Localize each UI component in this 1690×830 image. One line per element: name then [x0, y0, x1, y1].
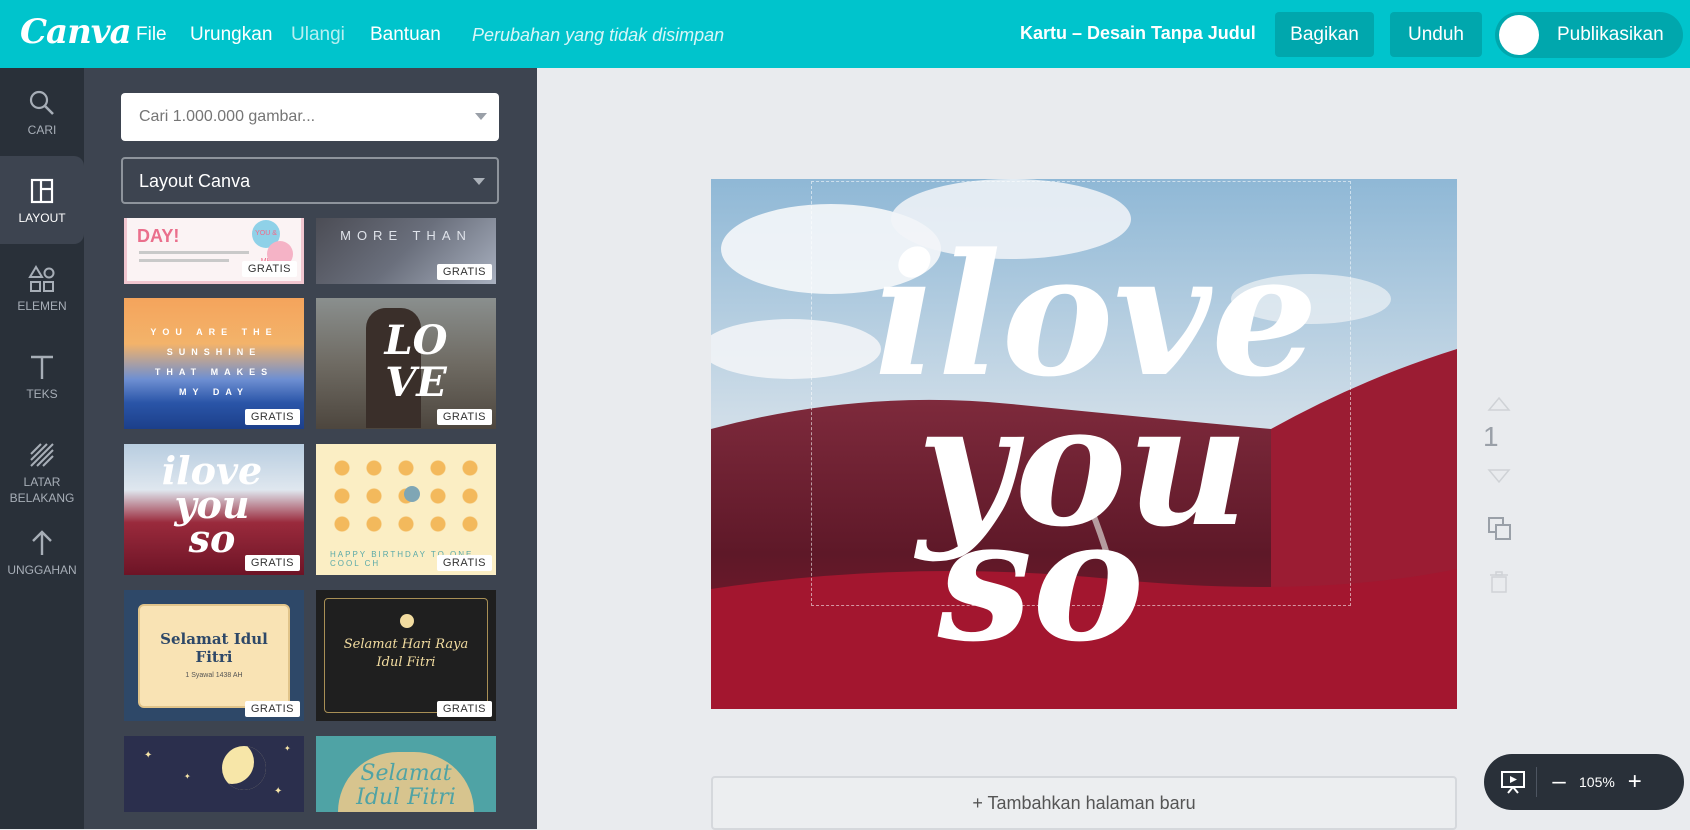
top-bar: Canva File Urungkan Ulangi Bantuan Perub…	[0, 0, 1690, 68]
image-search[interactable]	[121, 93, 499, 141]
page-number: 1	[1483, 421, 1499, 452]
layout-tile[interactable]: ✦ ✦ ✦ ✦	[124, 736, 304, 812]
rail-label: CARI	[27, 123, 57, 137]
rail-item-search[interactable]: CARI	[0, 68, 84, 156]
rail-item-text[interactable]: TEKS	[0, 332, 84, 420]
category-label: Layout Canva	[139, 171, 251, 191]
layout-tile[interactable]: LO VE GRATIS	[316, 298, 496, 429]
layout-tile[interactable]: DAY! YOU & ME GRATIS	[124, 218, 304, 284]
layout-grid: DAY! YOU & ME GRATIS MORE THAN GRATIS YO…	[124, 218, 500, 829]
shapes-icon	[28, 265, 55, 292]
art-text-line-3[interactable]: so	[937, 481, 1145, 679]
free-badge: GRATIS	[436, 264, 492, 280]
tile-subtext: 1 Syawal 1438 AH	[185, 672, 243, 679]
upload-icon	[32, 530, 52, 555]
publish-button[interactable]: Publikasikan	[1495, 12, 1683, 58]
zoom-controls: – 105% +	[1484, 754, 1684, 810]
chevron-down-icon[interactable]	[475, 113, 487, 120]
layout-tile[interactable]: Selamat Idul Fitri	[316, 736, 496, 812]
love-text-group[interactable]: ilove you so	[711, 179, 1457, 709]
tile-text: ilove you so	[161, 448, 263, 561]
free-badge: GRATIS	[244, 701, 300, 717]
rail-item-uploads[interactable]: UNGGAHAN	[0, 508, 84, 596]
free-badge: GRATIS	[436, 701, 492, 717]
tile-text: LO VE	[384, 317, 448, 406]
tile-text: Selamat Idul Fitri	[356, 761, 456, 810]
layout-tile[interactable]: YOU ARE THE SUNSHINE THAT MAKES MY DAY G…	[124, 298, 304, 429]
delete-page-icon[interactable]	[1487, 570, 1511, 594]
undo-button[interactable]: Urungkan	[190, 24, 272, 46]
rail-label: ELEMEN	[17, 299, 67, 313]
layout-category-select[interactable]: Layout Canva	[121, 157, 499, 204]
share-button[interactable]: Bagikan	[1275, 12, 1374, 57]
free-badge: GRATIS	[241, 261, 297, 277]
document-title[interactable]: Kartu – Desain Tanpa Judul	[1020, 23, 1256, 44]
add-page-button[interactable]: + Tambahkan halaman baru	[711, 776, 1457, 830]
present-icon[interactable]	[1500, 769, 1526, 795]
zoom-level[interactable]: 105%	[1579, 774, 1615, 790]
search-input[interactable]	[121, 93, 441, 141]
rail-item-background[interactable]: LATAR BELAKANG	[0, 420, 84, 516]
tile-text: Selamat Idul Fitri	[160, 630, 268, 666]
chevron-down-icon	[473, 178, 485, 185]
design-page[interactable]: ilove you so	[711, 179, 1457, 709]
rail-label: TEKS	[26, 387, 58, 401]
rail-label: LATAR BELAKANG	[9, 475, 75, 505]
divider	[1536, 767, 1537, 797]
zoom-out-button[interactable]: –	[1547, 768, 1571, 796]
layout-tile[interactable]: ilove you so GRATIS	[124, 444, 304, 575]
move-page-down-icon[interactable]	[1487, 468, 1511, 484]
duplicate-page-icon[interactable]	[1487, 516, 1513, 542]
free-badge: GRATIS	[244, 555, 300, 571]
free-badge: GRATIS	[244, 409, 300, 425]
publish-label: Publikasikan	[1557, 24, 1664, 45]
publish-toggle-knob	[1499, 15, 1539, 55]
download-button[interactable]: Unduh	[1390, 12, 1482, 57]
save-status: Perubahan yang tidak disimpan	[472, 25, 725, 45]
free-badge: GRATIS	[436, 409, 492, 425]
layout-icon	[30, 178, 54, 204]
tile-text: MORE THAN	[340, 228, 472, 243]
layout-tile[interactable]: MORE THAN GRATIS	[316, 218, 496, 284]
background-icon	[30, 443, 54, 467]
text-icon	[31, 355, 53, 379]
rail-item-layout[interactable]: LAYOUT	[0, 156, 84, 244]
layout-panel: Layout Canva DAY! YOU & ME GRATIS MORE T…	[84, 68, 537, 829]
moon-icon	[222, 746, 266, 790]
left-rail: CARI LAYOUT ELEMEN TEKS LATAR BELAKANG U…	[0, 68, 84, 829]
move-page-up-icon[interactable]	[1487, 396, 1511, 412]
layout-tile[interactable]: Selamat Hari Raya Idul Fitri GRATIS	[316, 590, 496, 721]
rail-label: UNGGAHAN	[7, 563, 77, 577]
redo-button[interactable]: Ulangi	[291, 24, 345, 46]
zoom-in-button[interactable]: +	[1623, 768, 1647, 796]
canvas-stage: ilove you so 1 + Tambahkan halaman baru …	[537, 68, 1690, 830]
rail-label: LAYOUT	[18, 211, 66, 225]
tile-text: YOU ARE THE SUNSHINE THAT MAKES MY DAY	[150, 327, 278, 397]
layout-tile[interactable]: Selamat Idul Fitri 1 Syawal 1438 AH GRAT…	[124, 590, 304, 721]
help-menu[interactable]: Bantuan	[370, 24, 441, 46]
search-icon	[29, 90, 54, 115]
layout-tile[interactable]: HAPPY BIRTHDAY TO ONE COOL CH GRATIS	[316, 444, 496, 575]
free-badge: GRATIS	[436, 555, 492, 571]
rail-item-elements[interactable]: ELEMEN	[0, 244, 84, 332]
crescent-icon	[400, 614, 414, 628]
file-menu[interactable]: File	[136, 24, 167, 46]
canva-logo[interactable]: Canva	[20, 12, 132, 52]
tile-text: DAY!	[137, 226, 180, 246]
tile-text: Selamat Hari Raya Idul Fitri	[343, 637, 469, 670]
